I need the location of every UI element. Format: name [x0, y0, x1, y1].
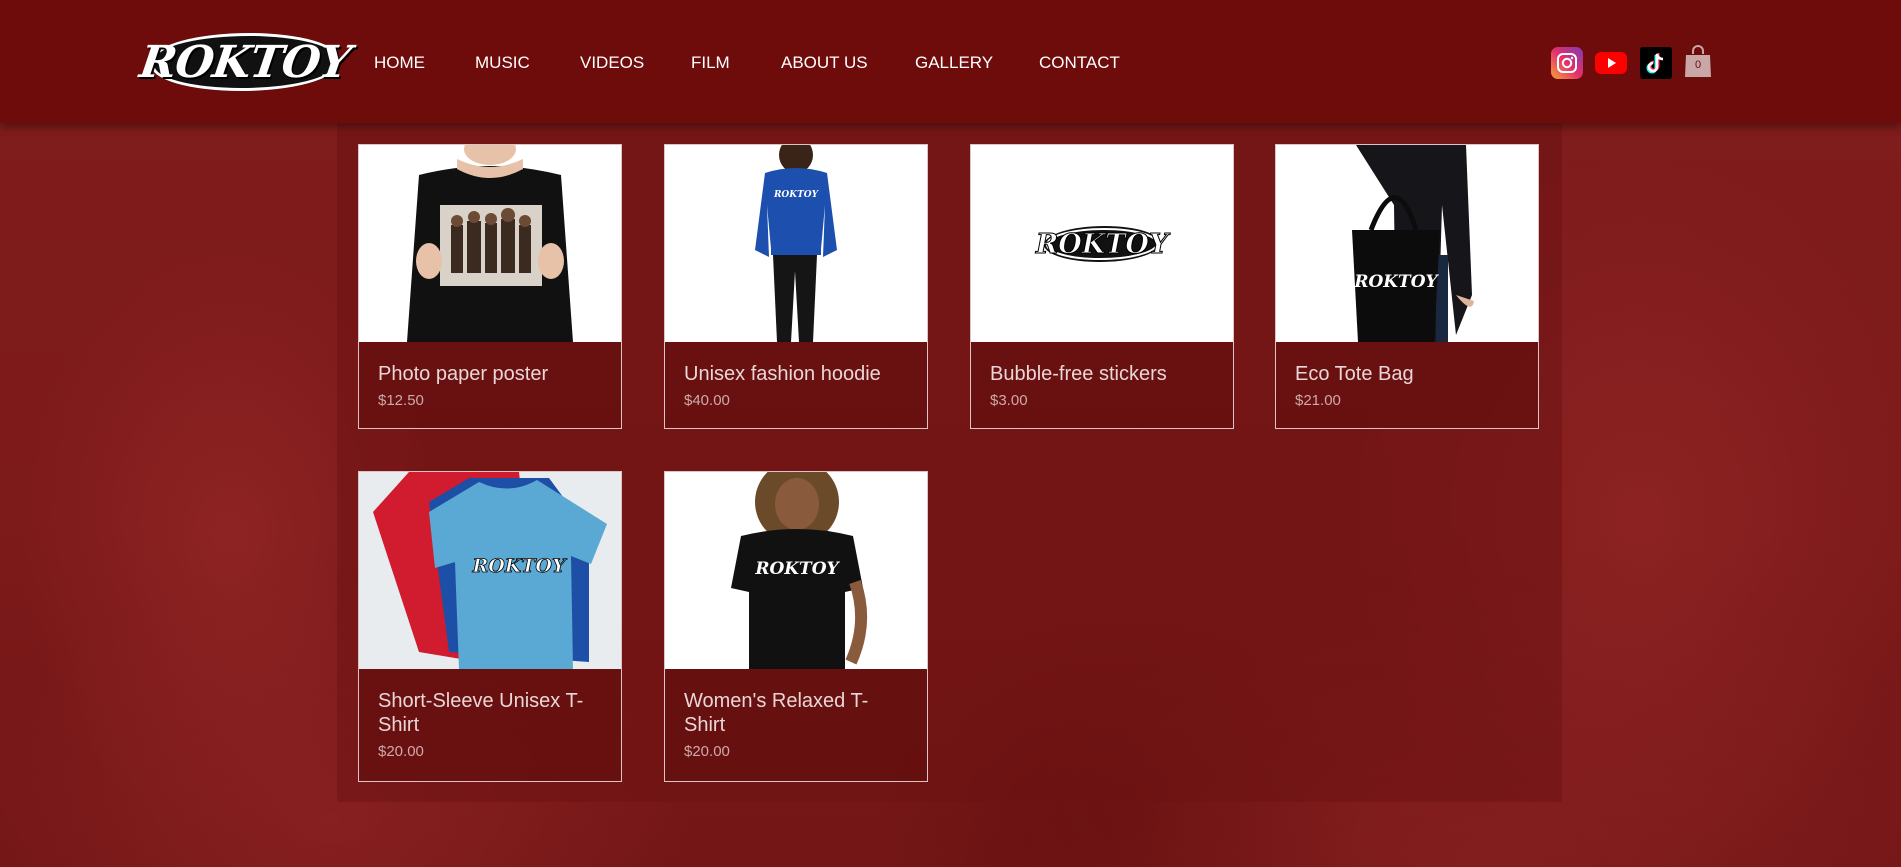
product-card[interactable]: Photo paper poster $12.50: [358, 144, 622, 429]
product-image: ROKTOY: [359, 472, 621, 669]
product-info: Women's Relaxed T-Shirt $20.00: [665, 669, 927, 781]
youtube-icon[interactable]: [1595, 47, 1627, 79]
nav-videos[interactable]: VIDEOS: [580, 53, 644, 73]
svg-text:ROKTOY: ROKTOY: [773, 190, 820, 200]
product-info: Photo paper poster $12.50: [359, 342, 621, 428]
product-name[interactable]: Women's Relaxed T-Shirt: [684, 689, 904, 737]
product-name[interactable]: Unisex fashion hoodie: [684, 362, 904, 386]
svg-text:ROKTOY: ROKTOY: [1035, 229, 1171, 260]
nav-gallery[interactable]: GALLERY: [915, 53, 993, 73]
product-info: Eco Tote Bag $21.00: [1276, 342, 1538, 428]
product-card[interactable]: ROKTOY Short-Sleeve Unisex T-Shirt $20.0…: [358, 471, 622, 782]
product-price: $3.00: [990, 392, 1028, 409]
site-header: ROKTOY HOME MUSIC VIDEOS FILM ABOUT US G…: [0, 0, 1901, 123]
tiktok-icon[interactable]: [1640, 47, 1672, 79]
product-card[interactable]: ROKTOY Eco Tote Bag $21.00: [1275, 144, 1539, 429]
nav-about-us[interactable]: ABOUT US: [781, 53, 868, 73]
product-name[interactable]: Eco Tote Bag: [1295, 362, 1515, 386]
product-price: $20.00: [684, 743, 730, 760]
cart-count: 0: [1694, 59, 1702, 71]
product-image: ROKTOY: [665, 472, 927, 669]
product-name[interactable]: Photo paper poster: [378, 362, 598, 386]
nav-contact[interactable]: CONTACT: [1039, 53, 1120, 73]
site-logo[interactable]: ROKTOY: [137, 33, 353, 91]
logo-text: ROKTOY: [136, 36, 354, 88]
product-info: Short-Sleeve Unisex T-Shirt $20.00: [359, 669, 621, 781]
nav-music[interactable]: MUSIC: [475, 53, 530, 73]
product-card[interactable]: ROKTOY Unisex fashion hoodie $40.00: [664, 144, 928, 429]
product-info: Bubble-free stickers $3.00: [971, 342, 1233, 428]
product-price: $20.00: [378, 743, 424, 760]
product-price: $21.00: [1295, 392, 1341, 409]
product-image: ROKTOY: [665, 145, 927, 342]
product-info: Unisex fashion hoodie $40.00: [665, 342, 927, 428]
product-name[interactable]: Short-Sleeve Unisex T-Shirt: [378, 689, 598, 737]
svg-text:ROKTOY: ROKTOY: [754, 559, 840, 579]
svg-text:ROKTOY: ROKTOY: [471, 555, 568, 577]
product-image: ROKTOY: [971, 145, 1233, 342]
nav-home[interactable]: HOME: [374, 53, 425, 73]
product-name[interactable]: Bubble-free stickers: [990, 362, 1210, 386]
product-image: [359, 145, 621, 342]
svg-text:ROKTOY: ROKTOY: [1353, 272, 1439, 292]
product-image: ROKTOY: [1276, 145, 1538, 342]
instagram-icon[interactable]: [1551, 47, 1583, 79]
product-price: $40.00: [684, 392, 730, 409]
product-card[interactable]: ROKTOY Women's Relaxed T-Shirt $20.00: [664, 471, 928, 782]
product-price: $12.50: [378, 392, 424, 409]
cart-button[interactable]: 0: [1684, 44, 1712, 78]
nav-film[interactable]: FILM: [691, 53, 730, 73]
product-card[interactable]: ROKTOY Bubble-free stickers $3.00: [970, 144, 1234, 429]
